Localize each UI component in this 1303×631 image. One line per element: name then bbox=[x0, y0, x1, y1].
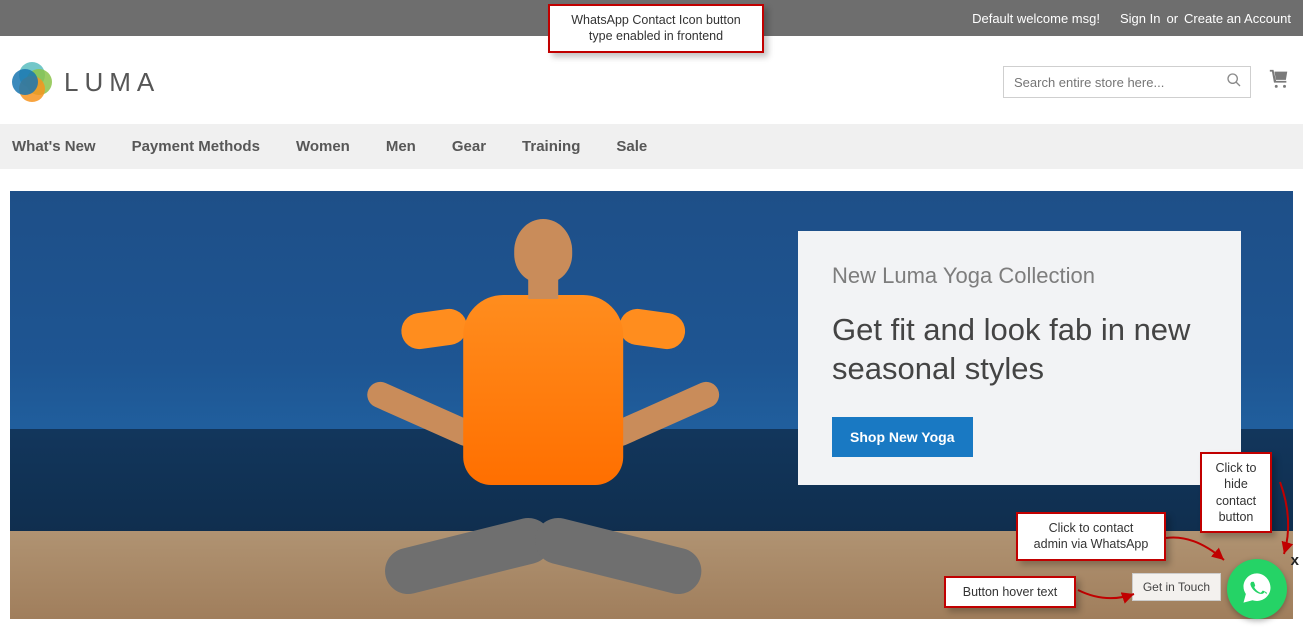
search-box bbox=[1003, 66, 1251, 98]
whatsapp-icon bbox=[1239, 570, 1275, 609]
nav-item-women[interactable]: Women bbox=[296, 138, 350, 155]
nav-item-gear[interactable]: Gear bbox=[452, 138, 486, 155]
nav-item-whats-new[interactable]: What's New bbox=[12, 138, 96, 155]
arrow-icon bbox=[1076, 582, 1142, 608]
promo-subtitle: New Luma Yoga Collection bbox=[832, 263, 1207, 289]
create-account-link[interactable]: Create an Account bbox=[1184, 11, 1291, 26]
link-separator: or bbox=[1166, 11, 1178, 26]
nav-item-training[interactable]: Training bbox=[522, 138, 580, 155]
annotation-hover: Button hover text bbox=[944, 576, 1076, 608]
shop-new-yoga-button[interactable]: Shop New Yoga bbox=[832, 417, 973, 457]
welcome-message: Default welcome msg! bbox=[972, 11, 1100, 26]
signin-link[interactable]: Sign In bbox=[1120, 11, 1160, 26]
nav-item-sale[interactable]: Sale bbox=[616, 138, 647, 155]
search-icon[interactable] bbox=[1226, 72, 1242, 92]
store-logo[interactable]: LUMA bbox=[12, 62, 160, 102]
annotation-top: WhatsApp Contact Icon button type enable… bbox=[548, 4, 764, 53]
nav-item-payment-methods[interactable]: Payment Methods bbox=[132, 138, 260, 155]
annotation-hide: Click to hide contact button bbox=[1200, 452, 1272, 533]
logo-text: LUMA bbox=[64, 67, 160, 98]
search-input[interactable] bbox=[1014, 75, 1226, 90]
whatsapp-button[interactable] bbox=[1227, 559, 1287, 619]
arrow-icon bbox=[1164, 530, 1234, 570]
header-right bbox=[1003, 66, 1291, 98]
arrow-icon bbox=[1270, 480, 1296, 560]
main-menu: What's New Payment Methods Women Men Gea… bbox=[0, 124, 1303, 169]
whatsapp-tooltip: Get in Touch bbox=[1132, 573, 1221, 601]
hero-model-image bbox=[373, 191, 713, 619]
annotation-contact: Click to contact admin via WhatsApp bbox=[1016, 512, 1166, 561]
promo-card: New Luma Yoga Collection Get fit and loo… bbox=[798, 231, 1241, 485]
logo-icon bbox=[12, 62, 52, 102]
cart-icon[interactable] bbox=[1267, 68, 1291, 96]
promo-heading: Get fit and look fab in new seasonal sty… bbox=[832, 311, 1207, 389]
nav-item-men[interactable]: Men bbox=[386, 138, 416, 155]
